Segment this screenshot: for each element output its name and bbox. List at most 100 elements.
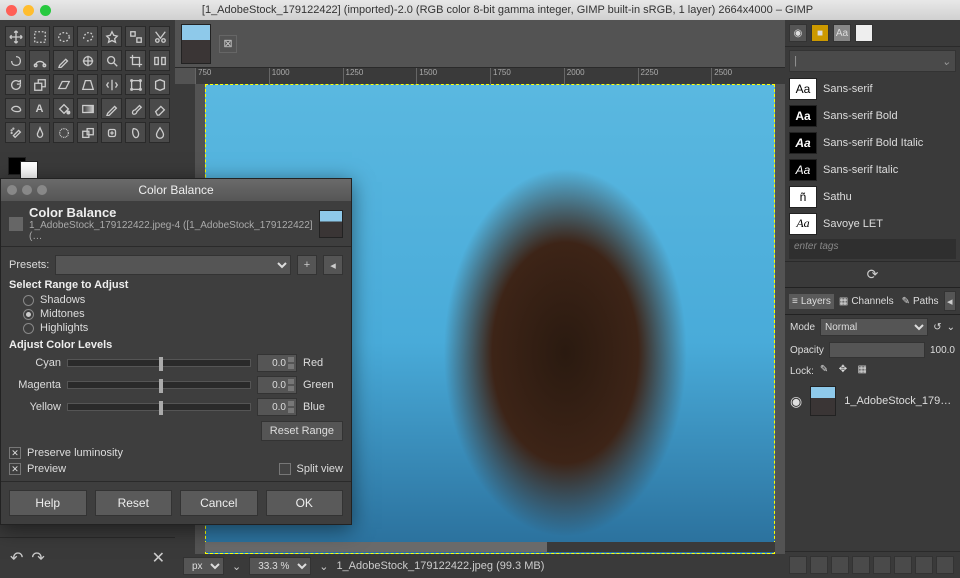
yellow-blue-spin[interactable]: 0.0: [257, 398, 297, 416]
range-highlights-radio[interactable]: Highlights: [9, 321, 343, 335]
mask-icon[interactable]: [915, 556, 933, 574]
zoom-tool-icon[interactable]: [101, 50, 122, 71]
reset-mode-icon[interactable]: ↺: [933, 322, 941, 333]
help-button[interactable]: Help: [9, 490, 87, 516]
cage-tool-icon[interactable]: [149, 74, 170, 95]
font-list-item[interactable]: AaSans-serif Bold: [785, 102, 960, 129]
bucket-fill-tool-icon[interactable]: [53, 98, 74, 119]
rotate-tool-icon[interactable]: [5, 74, 26, 95]
dialog-close-icon[interactable]: [7, 185, 17, 195]
duplicate-layer-icon[interactable]: [873, 556, 891, 574]
visibility-icon[interactable]: ◉: [790, 393, 802, 410]
layer-name[interactable]: 1_AdobeStock_179…: [844, 395, 951, 407]
scale-tool-icon[interactable]: [29, 74, 50, 95]
merge-down-icon[interactable]: [894, 556, 912, 574]
text-tool-icon[interactable]: A: [29, 98, 50, 119]
reset-button[interactable]: Reset: [95, 490, 173, 516]
lock-alpha-icon[interactable]: ▦: [857, 364, 871, 378]
raise-layer-icon[interactable]: [831, 556, 849, 574]
tab-paths[interactable]: ✎ Paths: [899, 294, 942, 309]
add-layer-icon[interactable]: [789, 556, 807, 574]
font-list-item[interactable]: AaSavoye LET: [785, 210, 960, 237]
align-tool-icon[interactable]: [149, 50, 170, 71]
close-icon[interactable]: [6, 5, 17, 16]
tab-layers[interactable]: ≡ Layers: [789, 294, 834, 309]
foreground-select-tool-icon[interactable]: [5, 50, 26, 71]
tab-channels[interactable]: ▦ Channels: [836, 294, 897, 309]
presets-select[interactable]: [55, 255, 291, 275]
flip-tool-icon[interactable]: [101, 74, 122, 95]
font-list-item[interactable]: AaSans-serif: [785, 75, 960, 102]
fonts-tab-icon[interactable]: Aa: [833, 24, 851, 42]
smudge-tool-icon[interactable]: [125, 122, 146, 143]
pencil-tool-icon[interactable]: [101, 98, 122, 119]
cancel-button[interactable]: Cancel: [180, 490, 258, 516]
background-color-swatch[interactable]: [20, 161, 38, 179]
yellow-blue-slider[interactable]: [67, 403, 251, 411]
opacity-slider[interactable]: [829, 342, 925, 358]
magenta-green-slider[interactable]: [67, 381, 251, 389]
airbrush-tool-icon[interactable]: [5, 122, 26, 143]
dock-menu-icon[interactable]: ◂: [944, 291, 956, 311]
layer-group-icon[interactable]: [810, 556, 828, 574]
delete-icon[interactable]: ✕: [152, 548, 165, 568]
chevron-down-icon[interactable]: ⌄: [947, 322, 955, 333]
move-tool-icon[interactable]: [5, 26, 26, 47]
heal-tool-icon[interactable]: [101, 122, 122, 143]
perspective-tool-icon[interactable]: [77, 74, 98, 95]
color-picker-tool-icon[interactable]: [53, 50, 74, 71]
preset-menu-icon[interactable]: ◂: [323, 255, 343, 275]
lock-pixels-icon[interactable]: ✎: [820, 364, 834, 378]
dialog-max-icon[interactable]: [37, 185, 47, 195]
minimize-icon[interactable]: [23, 5, 34, 16]
patterns-tab-icon[interactable]: ■: [811, 24, 829, 42]
layer-item[interactable]: ◉ 1_AdobeStock_179…: [785, 381, 960, 421]
blur-tool-icon[interactable]: [149, 122, 170, 143]
chevron-down-icon[interactable]: ⌄: [319, 560, 328, 573]
ok-button[interactable]: OK: [266, 490, 344, 516]
ink-tool-icon[interactable]: [29, 122, 50, 143]
paintbrush-tool-icon[interactable]: [125, 98, 146, 119]
lower-layer-icon[interactable]: [852, 556, 870, 574]
measure-tool-icon[interactable]: [77, 50, 98, 71]
tags-input[interactable]: enter tags: [789, 239, 956, 259]
warp-tool-icon[interactable]: [5, 98, 26, 119]
shear-tool-icon[interactable]: [53, 74, 74, 95]
clone-tool-icon[interactable]: [77, 122, 98, 143]
font-list-item[interactable]: AaSans-serif Italic: [785, 156, 960, 183]
range-shadows-radio[interactable]: Shadows: [9, 293, 343, 307]
font-list-item[interactable]: ñSathu: [785, 183, 960, 210]
preserve-luminosity-check[interactable]: ✕Preserve luminosity: [9, 447, 343, 459]
refresh-fonts-icon[interactable]: ⟳: [785, 261, 960, 287]
magenta-green-spin[interactable]: 0.0: [257, 376, 297, 394]
font-filter-input[interactable]: |⌄: [789, 50, 956, 72]
gradient-tool-icon[interactable]: [77, 98, 98, 119]
lock-position-icon[interactable]: ✥: [839, 364, 853, 378]
free-select-tool-icon[interactable]: [77, 26, 98, 47]
undo-icon[interactable]: ↶: [10, 548, 23, 568]
paths-tool-icon[interactable]: [29, 50, 50, 71]
mypaint-brush-tool-icon[interactable]: [53, 122, 74, 143]
fuzzy-select-tool-icon[interactable]: [101, 26, 122, 47]
font-list-item[interactable]: AaSans-serif Bold Italic: [785, 129, 960, 156]
preview-check[interactable]: ✕Preview: [9, 463, 66, 475]
maximize-icon[interactable]: [40, 5, 51, 16]
cyan-red-spin[interactable]: 0.0: [257, 354, 297, 372]
blend-mode-select[interactable]: Normal: [820, 318, 928, 336]
documents-tab-icon[interactable]: [855, 24, 873, 42]
reset-range-button[interactable]: Reset Range: [261, 421, 343, 441]
by-color-select-tool-icon[interactable]: [125, 26, 146, 47]
crop-tool-icon[interactable]: [125, 50, 146, 71]
add-preset-icon[interactable]: +: [297, 255, 317, 275]
chevron-down-icon[interactable]: ⌄: [232, 560, 241, 573]
ellipse-select-tool-icon[interactable]: [53, 26, 74, 47]
zoom-select[interactable]: 33.3 %: [249, 557, 311, 575]
delete-layer-icon[interactable]: [936, 556, 954, 574]
image-tab-thumbnail[interactable]: [181, 24, 211, 64]
scissors-tool-icon[interactable]: [149, 26, 170, 47]
brushes-tab-icon[interactable]: ◉: [789, 24, 807, 42]
eraser-tool-icon[interactable]: [149, 98, 170, 119]
dialog-min-icon[interactable]: [22, 185, 32, 195]
cyan-red-slider[interactable]: [67, 359, 251, 367]
dialog-titlebar[interactable]: Color Balance: [1, 179, 351, 201]
